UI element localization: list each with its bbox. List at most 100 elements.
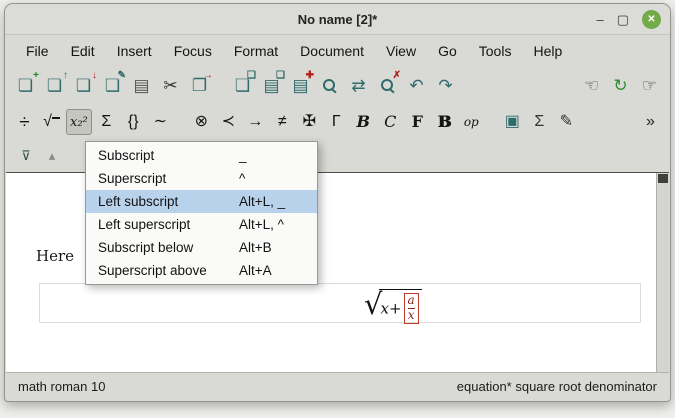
brackets-icon[interactable]: {} xyxy=(121,109,146,135)
menu-help[interactable]: Help xyxy=(522,37,573,65)
new-document-icon[interactable]: ❏+ xyxy=(12,72,39,99)
open-document-icon-accent: ↑ xyxy=(63,71,68,81)
window-title: No name [2]* xyxy=(298,12,377,27)
menu-tools[interactable]: Tools xyxy=(468,37,523,65)
minimize-button[interactable]: – xyxy=(596,13,603,26)
menubar: FileEditInsertFocusFormatDocumentViewGoT… xyxy=(5,35,670,67)
equation-formula: √x+ax xyxy=(364,289,422,324)
bold-letter-icon-glyph: B xyxy=(357,114,371,130)
menu-format[interactable]: Format xyxy=(223,37,289,65)
toolbar-separator xyxy=(460,85,474,86)
menu-file[interactable]: File xyxy=(15,37,60,65)
radicand-prefix: x+ xyxy=(380,299,401,317)
undo-icon[interactable]: ↶ xyxy=(403,72,430,99)
equation-environment-box xyxy=(39,283,641,323)
wide-accent-icon[interactable]: ∼ xyxy=(148,109,173,135)
forward-hand-icon[interactable]: ☞ xyxy=(636,72,663,99)
search-cancel-icon[interactable]: ✗ xyxy=(374,72,401,99)
arrow-icon[interactable]: → xyxy=(243,109,268,135)
greek-letter-icon[interactable]: Γ xyxy=(324,109,349,135)
scrollbar-thumb[interactable] xyxy=(658,174,668,183)
scripts-icon-glyph: x₂² xyxy=(70,116,88,129)
export-icon-accent: → xyxy=(203,71,213,81)
save-document-icon-accent: ↓ xyxy=(92,71,97,81)
binary-relation-icon[interactable]: ≺ xyxy=(216,109,241,135)
menu-item-left-subscript[interactable]: Left subscriptAlt+L, _ xyxy=(86,190,317,213)
misc-symbol-icon-glyph: ✠ xyxy=(303,114,316,130)
operator-name-icon[interactable]: op xyxy=(459,109,484,135)
focused-fraction[interactable]: ax xyxy=(404,293,419,324)
sqrt-icon[interactable]: √ xyxy=(39,109,64,135)
calligraphic-letter-icon[interactable]: C xyxy=(378,109,403,135)
menu-insert[interactable]: Insert xyxy=(106,37,163,65)
search-icon[interactable] xyxy=(316,72,343,99)
vertical-scrollbar[interactable] xyxy=(656,173,669,372)
big-operator-icon[interactable]: Σ xyxy=(94,109,119,135)
fraction-numerator: a xyxy=(408,294,415,309)
menu-item-subscript[interactable]: Subscript_ xyxy=(86,144,317,167)
maximize-button[interactable]: ▢ xyxy=(617,13,629,26)
scripts-dropdown-menu: Subscript_Superscript^Left subscriptAlt+… xyxy=(85,141,318,285)
math-edit-icon-glyph: ✎ xyxy=(560,114,573,130)
sqrt-radicand: x+ax xyxy=(379,289,421,324)
titlebar[interactable]: No name [2]* – ▢ ✕ xyxy=(5,4,670,35)
redo-icon[interactable]: ↷ xyxy=(432,72,459,99)
negation-icon[interactable]: ≠ xyxy=(270,109,295,135)
blackboard-letter-icon-glyph: B xyxy=(438,114,452,130)
close-button[interactable]: ✕ xyxy=(642,10,661,29)
structure-up-icon[interactable]: ▴ xyxy=(40,145,64,167)
fraction-icon[interactable]: ÷ xyxy=(12,109,37,135)
menu-item-superscript[interactable]: Superscript^ xyxy=(86,167,317,190)
fraktur-letter-icon-glyph: F xyxy=(412,114,423,130)
menu-item-subscript-below[interactable]: Subscript belowAlt+B xyxy=(86,236,317,259)
sessions-icon[interactable]: ▣ xyxy=(500,109,525,135)
export-icon[interactable]: ❐→ xyxy=(186,72,213,99)
menu-item-label: Superscript above xyxy=(98,263,239,278)
menu-item-label: Subscript xyxy=(98,148,239,163)
paste-icon[interactable]: ▤❏ xyxy=(258,72,285,99)
menu-item-label: Left superscript xyxy=(98,217,239,232)
print-icon[interactable]: ▤ xyxy=(128,72,155,99)
main-toolbar: ❏+❏↑❏↓❏✎▤✂❐→❏❏▤❏▤✚⇄✗↶↷☜↻☞ xyxy=(5,67,670,103)
menu-go[interactable]: Go xyxy=(427,37,468,65)
status-right: equation* square root denominator xyxy=(457,379,657,394)
bold-letter-icon[interactable]: B xyxy=(351,109,376,135)
blackboard-letter-icon[interactable]: B xyxy=(432,109,457,135)
insert-equation-icon-glyph: Σ xyxy=(534,114,544,130)
new-document-icon-glyph: ❏ xyxy=(18,77,33,94)
binary-operator-icon[interactable]: ⊗ xyxy=(189,109,214,135)
copy-icon[interactable]: ❏❏ xyxy=(229,72,256,99)
insert-equation-icon[interactable]: Σ xyxy=(527,109,552,135)
misc-symbol-icon[interactable]: ✠ xyxy=(297,109,322,135)
sqrt-radical-sign: √ xyxy=(364,287,382,321)
refresh-icon[interactable]: ↻ xyxy=(607,72,634,99)
search-icon-glyph xyxy=(322,78,337,93)
structure-exit-icon[interactable]: ⊽ xyxy=(14,145,38,167)
math-edit-icon[interactable]: ✎ xyxy=(554,109,579,135)
menu-document[interactable]: Document xyxy=(289,37,375,65)
calligraphic-letter-icon-glyph: C xyxy=(384,114,396,130)
sqrt-icon-glyph: √ xyxy=(43,114,60,130)
open-document-icon[interactable]: ❏↑ xyxy=(41,72,68,99)
clipboard-icon[interactable]: ▤✚ xyxy=(287,72,314,99)
menu-view[interactable]: View xyxy=(375,37,427,65)
replace-icon-glyph: ⇄ xyxy=(351,77,365,94)
back-hand-icon[interactable]: ☜ xyxy=(578,72,605,99)
redo-icon-glyph: ↷ xyxy=(438,77,452,94)
replace-icon[interactable]: ⇄ xyxy=(345,72,372,99)
menu-item-left-superscript[interactable]: Left superscriptAlt+L, ^ xyxy=(86,213,317,236)
structure-exit-icon-glyph: ⊽ xyxy=(21,148,31,164)
menu-item-superscript-above[interactable]: Superscript aboveAlt+A xyxy=(86,259,317,282)
fraktur-letter-icon[interactable]: F xyxy=(405,109,430,135)
edit-tools-icon[interactable]: ❏✎ xyxy=(99,72,126,99)
toolbar-overflow-chevron[interactable]: » xyxy=(638,109,663,135)
save-document-icon[interactable]: ❏↓ xyxy=(70,72,97,99)
edit-tools-icon-accent: ✎ xyxy=(118,71,126,81)
toolbar-separator xyxy=(214,85,228,86)
scripts-icon[interactable]: x₂² xyxy=(66,109,92,135)
sessions-icon-glyph: ▣ xyxy=(505,114,520,130)
menu-focus[interactable]: Focus xyxy=(163,37,223,65)
menu-edit[interactable]: Edit xyxy=(60,37,106,65)
cut-icon[interactable]: ✂ xyxy=(157,72,184,99)
menu-item-label: Subscript below xyxy=(98,240,239,255)
